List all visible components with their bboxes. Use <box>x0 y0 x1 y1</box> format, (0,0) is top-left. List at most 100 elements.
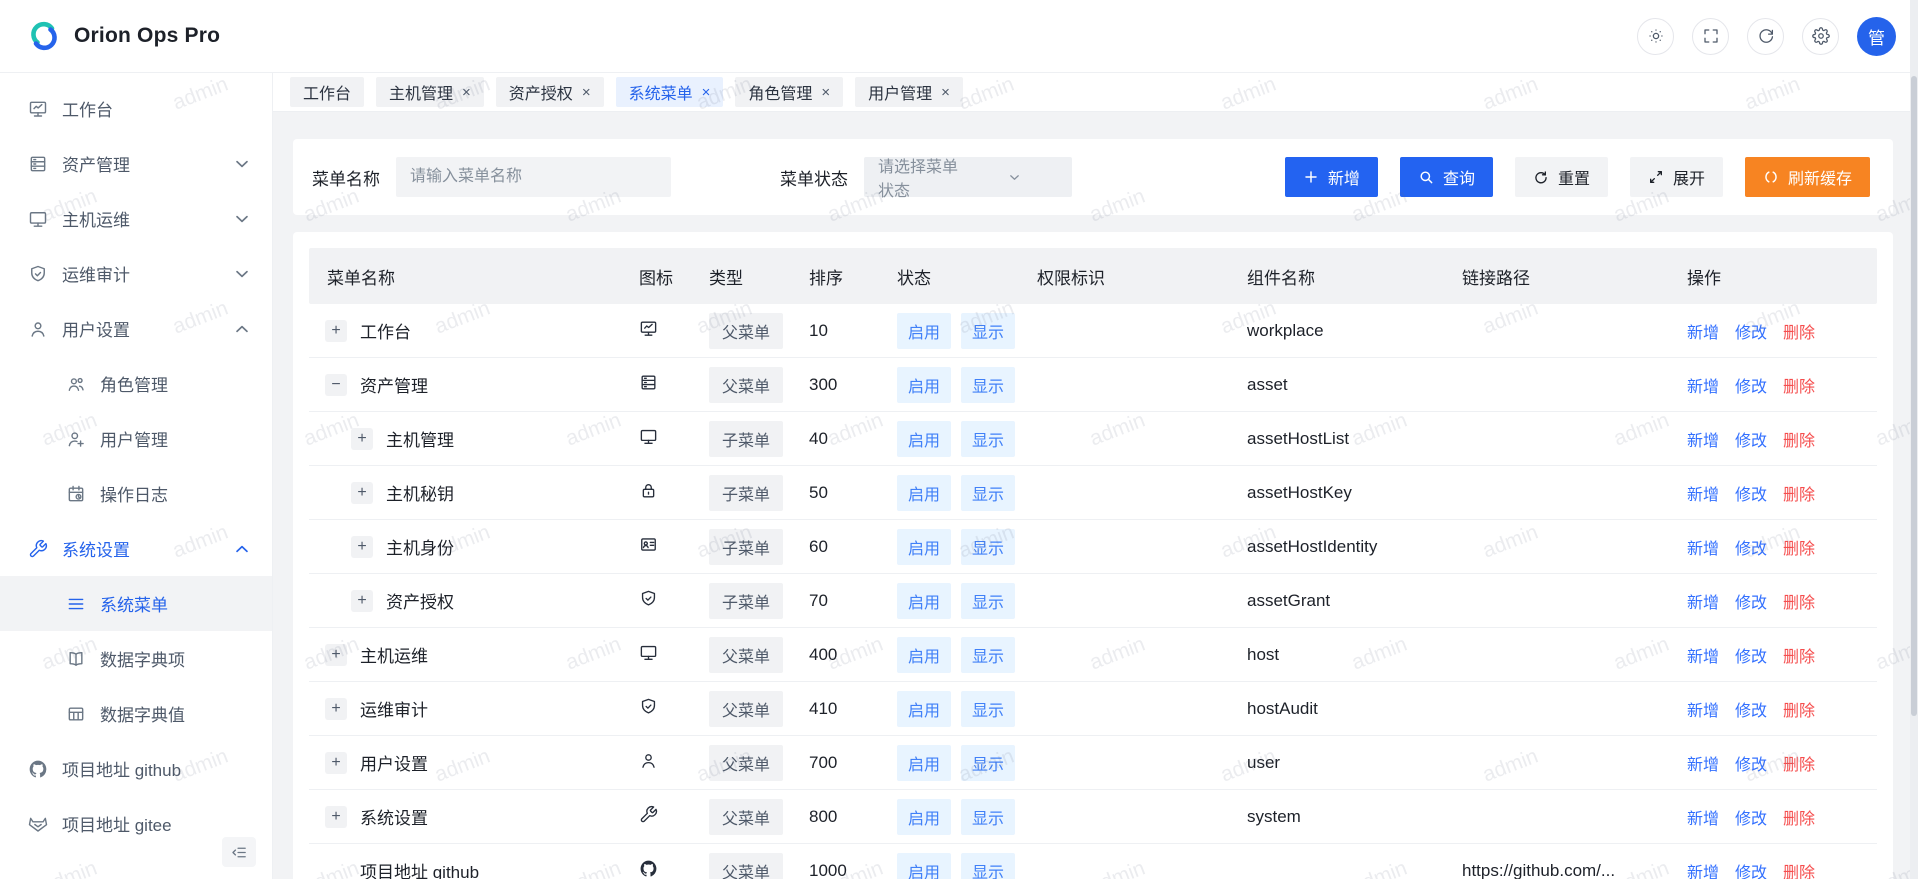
sidebar-item-host-ops[interactable]: 主机运维 <box>0 191 272 246</box>
sidebar-item-project-github[interactable]: 项目地址 github <box>0 741 272 796</box>
row-edit-link[interactable]: 修改 <box>1735 589 1767 613</box>
menu-name-input[interactable] <box>396 157 671 197</box>
sidebar-item-label: 项目地址 gitee <box>62 811 252 836</box>
page-scrollbar[interactable] <box>1910 0 1918 879</box>
tab-label: 系统菜单 <box>629 80 693 104</box>
chevron-down-icon <box>232 154 252 174</box>
status-tag: 启用 <box>897 799 951 835</box>
row-delete-link[interactable]: 删除 <box>1783 319 1815 343</box>
sidebar-item-operation-log[interactable]: 操作日志 <box>0 466 272 521</box>
menu-name-cell: +主机运维 <box>309 642 639 667</box>
row-expander[interactable]: + <box>325 806 347 828</box>
close-icon[interactable]: × <box>702 85 711 100</box>
tab-系统菜单[interactable]: 系统菜单 × <box>616 77 724 107</box>
add-button[interactable]: 新增 <box>1285 157 1378 197</box>
row-edit-link[interactable]: 修改 <box>1735 535 1767 559</box>
fullscreen-button[interactable] <box>1692 18 1729 55</box>
row-edit-link[interactable]: 修改 <box>1735 751 1767 775</box>
sidebar-item-user-management[interactable]: 用户管理 <box>0 411 272 466</box>
row-add-link[interactable]: 新增 <box>1687 481 1719 505</box>
row-expander[interactable]: + <box>351 590 373 612</box>
row-delete-link[interactable]: 删除 <box>1783 589 1815 613</box>
row-delete-link[interactable]: 删除 <box>1783 805 1815 829</box>
refresh-cache-button[interactable]: 刷新缓存 <box>1745 157 1870 197</box>
sidebar-item-data-dict-value[interactable]: 数据字典值 <box>0 686 272 741</box>
theme-button[interactable] <box>1637 18 1674 55</box>
refresh-button[interactable] <box>1747 18 1784 55</box>
column-header: 组件名称 <box>1247 264 1462 289</box>
tab-工作台[interactable]: 工作台 <box>290 77 364 107</box>
sidebar-item-user-settings[interactable]: 用户设置 <box>0 301 272 356</box>
status-tag: 启用 <box>897 475 951 511</box>
sidebar-item-system-menu[interactable]: 系统菜单 <box>0 576 272 631</box>
row-add-link[interactable]: 新增 <box>1687 319 1719 343</box>
row-delete-link[interactable]: 删除 <box>1783 535 1815 559</box>
row-edit-link[interactable]: 修改 <box>1735 643 1767 667</box>
sidebar-item-ops-audit[interactable]: 运维审计 <box>0 246 272 301</box>
dashboard-icon <box>639 319 658 338</box>
row-edit-link[interactable]: 修改 <box>1735 805 1767 829</box>
sidebar-item-asset-management[interactable]: 资产管理 <box>0 136 272 191</box>
loading-icon <box>1763 169 1779 185</box>
sidebar-item-workbench[interactable]: 工作台 <box>0 81 272 136</box>
lock-icon <box>639 481 658 500</box>
row-add-link[interactable]: 新增 <box>1687 751 1719 775</box>
row-edit-link[interactable]: 修改 <box>1735 481 1767 505</box>
sidebar-collapse-button[interactable] <box>222 837 256 867</box>
sidebar-item-role-management[interactable]: 角色管理 <box>0 356 272 411</box>
user-avatar[interactable]: 管 <box>1857 17 1896 56</box>
row-expander[interactable]: + <box>351 536 373 558</box>
row-expander[interactable]: + <box>325 644 347 666</box>
row-edit-link[interactable]: 修改 <box>1735 373 1767 397</box>
github-icon <box>639 859 658 878</box>
row-expander[interactable]: + <box>351 428 373 450</box>
expand-button[interactable]: 展开 <box>1630 157 1723 197</box>
close-icon[interactable]: × <box>821 85 830 100</box>
row-add-link[interactable]: 新增 <box>1687 427 1719 451</box>
row-delete-link[interactable]: 删除 <box>1783 481 1815 505</box>
row-expander[interactable]: + <box>325 320 347 342</box>
menu-icon-cell <box>639 427 709 451</box>
row-delete-link[interactable]: 删除 <box>1783 697 1815 721</box>
tab-资产授权[interactable]: 资产授权× <box>496 77 604 107</box>
row-add-link[interactable]: 新增 <box>1687 697 1719 721</box>
row-expander[interactable]: − <box>325 374 347 396</box>
type-tag: 父菜单 <box>709 853 783 879</box>
tab-用户管理[interactable]: 用户管理× <box>855 77 963 107</box>
row-add-link[interactable]: 新增 <box>1687 589 1719 613</box>
search-button[interactable]: 查询 <box>1400 157 1493 197</box>
row-expander[interactable]: + <box>325 752 347 774</box>
settings-button[interactable] <box>1802 18 1839 55</box>
row-add-link[interactable]: 新增 <box>1687 859 1719 879</box>
row-add-link[interactable]: 新增 <box>1687 535 1719 559</box>
row-add-link[interactable]: 新增 <box>1687 373 1719 397</box>
menu-status-select[interactable]: 请选择菜单状态 <box>864 157 1072 197</box>
row-delete-link[interactable]: 删除 <box>1783 643 1815 667</box>
row-delete-link[interactable]: 删除 <box>1783 751 1815 775</box>
tab-角色管理[interactable]: 角色管理× <box>735 77 843 107</box>
sidebar-item-system-settings[interactable]: 系统设置 <box>0 521 272 576</box>
sidebar-item-data-dict-item[interactable]: 数据字典项 <box>0 631 272 686</box>
scrollbar-thumb[interactable] <box>1911 76 1917 716</box>
close-icon[interactable]: × <box>462 85 471 100</box>
row-add-link[interactable]: 新增 <box>1687 643 1719 667</box>
row-expander[interactable]: + <box>351 482 373 504</box>
row-expander[interactable]: + <box>325 698 347 720</box>
row-delete-link[interactable]: 删除 <box>1783 859 1815 879</box>
row-edit-link[interactable]: 修改 <box>1735 427 1767 451</box>
row-edit-link[interactable]: 修改 <box>1735 319 1767 343</box>
row-edit-link[interactable]: 修改 <box>1735 859 1767 879</box>
close-icon[interactable]: × <box>941 85 950 100</box>
close-icon[interactable]: × <box>582 85 591 100</box>
menu-icon-cell <box>639 643 709 667</box>
sort-cell: 60 <box>809 537 897 557</box>
row-edit-link[interactable]: 修改 <box>1735 697 1767 721</box>
row-delete-link[interactable]: 删除 <box>1783 427 1815 451</box>
type-tag: 父菜单 <box>709 745 783 781</box>
row-delete-link[interactable]: 删除 <box>1783 373 1815 397</box>
row-add-link[interactable]: 新增 <box>1687 805 1719 829</box>
reset-button[interactable]: 重置 <box>1515 157 1608 197</box>
sort-cell: 800 <box>809 807 897 827</box>
dashboard-icon <box>28 99 48 119</box>
tab-主机管理[interactable]: 主机管理× <box>376 77 484 107</box>
